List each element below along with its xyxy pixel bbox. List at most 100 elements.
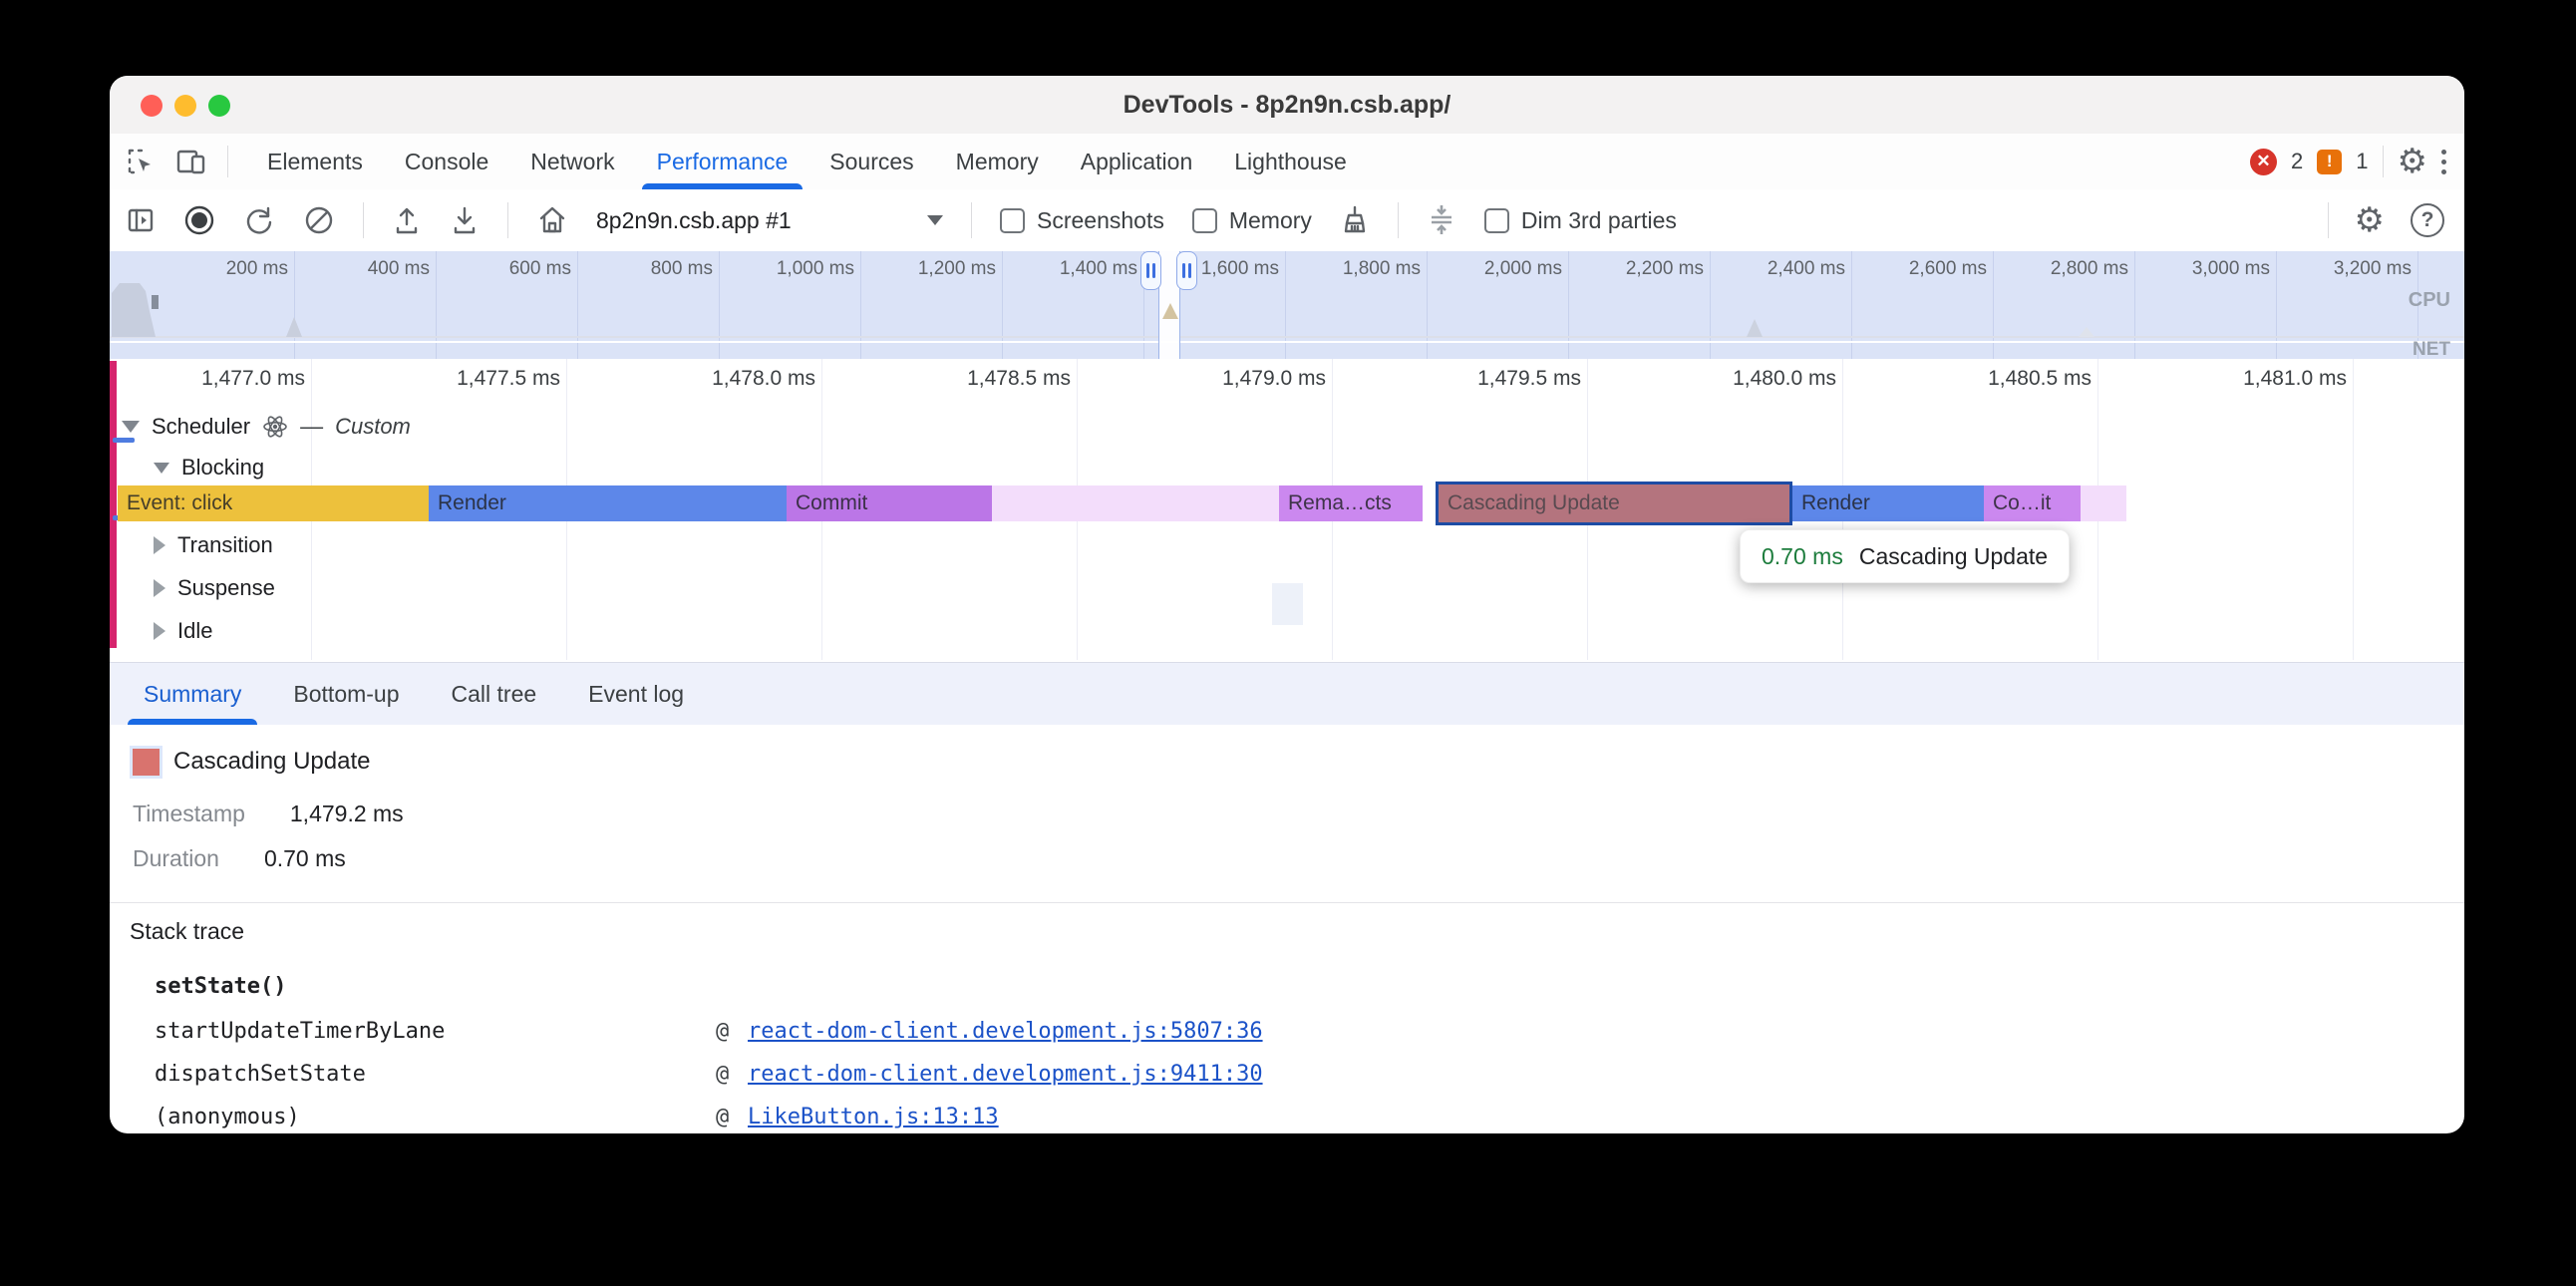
details-tab-call-tree[interactable]: Call tree (426, 663, 563, 725)
scroll-indicator (1272, 583, 1303, 625)
ruler-tick-label: 1,478.5 ms (891, 367, 1071, 391)
summary-row-value: 0.70 ms (264, 842, 346, 874)
devtools-tabbar: ElementsConsoleNetworkPerformanceSources… (110, 134, 2464, 190)
collapse-arrow-icon[interactable] (154, 579, 165, 597)
ruler-tick-label: 1,479.5 ms (1402, 367, 1581, 391)
flame-bar-event-click[interactable]: Event: click (118, 485, 429, 521)
clear-recording-icon[interactable] (303, 204, 335, 236)
flame-bar-co-it[interactable]: Co…it (1984, 485, 2081, 521)
error-count[interactable]: 2 (2291, 149, 2303, 174)
stack-frame-source-link[interactable]: react-dom-client.development.js:5807:36 (748, 1019, 1263, 1044)
overview-tick-label: 3,400 ms (2419, 258, 2464, 280)
details-tab-summary[interactable]: Summary (118, 663, 267, 725)
track-idle[interactable]: Idle (154, 618, 212, 644)
selection-left-handle[interactable] (1140, 251, 1161, 290)
expand-arrow-icon[interactable] (154, 463, 169, 474)
settings-gear-icon[interactable]: ⚙ (2398, 145, 2427, 178)
shortcut-dim-icon[interactable] (1427, 203, 1456, 237)
stack-frame-function: dispatchSetState (155, 1062, 366, 1087)
close-window-button[interactable] (141, 95, 162, 117)
capture-settings-gear-icon[interactable]: ⚙ (2355, 203, 2385, 237)
ruler-tick-label: 1,479.0 ms (1146, 367, 1326, 391)
download-profile-icon[interactable] (450, 204, 480, 236)
stack-frame-function: startUpdateTimerByLane (155, 1019, 445, 1044)
minimize-window-button[interactable] (174, 95, 196, 117)
device-toolbar-icon[interactable] (175, 147, 207, 176)
flame-bar-render[interactable]: Render (429, 485, 787, 521)
summary-row-value: 1,479.2 ms (290, 798, 404, 829)
track-suspense[interactable]: Suspense (154, 575, 275, 601)
reload-record-icon[interactable] (243, 204, 275, 236)
tab-lighthouse[interactable]: Lighthouse (1213, 134, 1368, 189)
flame-bar-light[interactable] (992, 485, 1279, 521)
overview-tick-label: 2,800 ms (1995, 258, 2128, 280)
react-atom-icon (262, 414, 288, 440)
overview-tick-label: 1,800 ms (1287, 258, 1421, 280)
tab-performance[interactable]: Performance (636, 134, 809, 189)
stack-trace-origin: setState() (155, 974, 286, 999)
timeline-overview[interactable]: 200 ms400 ms600 ms800 ms1,000 ms1,200 ms… (110, 251, 2464, 359)
flame-bar-light[interactable] (2081, 485, 2126, 521)
collect-garbage-icon[interactable] (1340, 204, 1370, 236)
track-scheduler[interactable]: Scheduler — Custom (122, 413, 411, 440)
overview-tick-label: 2,600 ms (1853, 258, 1987, 280)
checkbox-box[interactable] (1192, 208, 1217, 233)
stack-frame-source-link[interactable]: react-dom-client.development.js:9411:30 (748, 1062, 1263, 1087)
screenshots-checkbox[interactable]: Screenshots (1000, 207, 1164, 234)
tab-console[interactable]: Console (384, 134, 509, 189)
more-options-icon[interactable] (2441, 150, 2446, 174)
divider (2383, 146, 2384, 177)
tab-memory[interactable]: Memory (935, 134, 1060, 189)
flame-bar-cascading-update[interactable]: Cascading Update (1436, 482, 1792, 525)
overview-tick-label: 2,400 ms (1712, 258, 1845, 280)
collapse-arrow-icon[interactable] (154, 622, 165, 640)
divider (2328, 202, 2329, 238)
stack-frame-source-link[interactable]: LikeButton.js:13:13 (748, 1105, 999, 1129)
selection-marker (1162, 303, 1178, 319)
stack-frame: startUpdateTimerByLane@react-dom-client.… (155, 1019, 2444, 1062)
performance-toolbar: 8p2n9n.csb.app #1 Screenshots Memory (110, 189, 2464, 251)
divider (1398, 202, 1399, 238)
dash-separator: — (300, 413, 323, 440)
expand-arrow-icon[interactable] (122, 421, 140, 433)
record-icon[interactable] (183, 204, 215, 236)
home-icon[interactable] (536, 204, 568, 236)
memory-checkbox[interactable]: Memory (1192, 207, 1312, 234)
toggle-sidebar-icon[interactable] (126, 205, 156, 235)
collapse-arrow-icon[interactable] (154, 536, 165, 554)
event-tooltip: 0.70 ms Cascading Update (1740, 529, 2070, 583)
details-tab-event-log[interactable]: Event log (562, 663, 710, 725)
screenshots-label: Screenshots (1037, 207, 1164, 234)
checkbox-box[interactable] (1484, 208, 1509, 233)
history-selector[interactable]: 8p2n9n.csb.app #1 (596, 207, 943, 234)
details-tabbar: SummaryBottom-upCall treeEvent log (110, 663, 2464, 725)
inspect-element-icon[interactable] (126, 147, 156, 176)
checkbox-box[interactable] (1000, 208, 1025, 233)
dim-3rd-parties-checkbox[interactable]: Dim 3rd parties (1484, 207, 1677, 234)
tab-application[interactable]: Application (1060, 134, 1214, 189)
flame-bar-render[interactable]: Render (1792, 485, 1984, 521)
flame-bar-commit[interactable]: Commit (787, 485, 992, 521)
overview-tick-label: 1,000 ms (721, 258, 854, 280)
error-badge-icon[interactable]: ✕ (2250, 149, 2277, 175)
tab-network[interactable]: Network (509, 134, 635, 189)
ruler-tick-label: 1,481.0 ms (2167, 367, 2347, 391)
details-tab-bottom-up[interactable]: Bottom-up (267, 663, 425, 725)
warning-count[interactable]: 1 (2356, 149, 2368, 174)
flame-bar-rema-cts[interactable]: Rema…cts (1279, 485, 1423, 521)
divider (507, 202, 508, 238)
overview-tick-label: 400 ms (296, 258, 430, 280)
upload-profile-icon[interactable] (392, 204, 422, 236)
warning-badge-icon[interactable]: ! (2317, 150, 2342, 174)
stack-frame: (anonymous)@LikeButton.js:13:13 (155, 1105, 2444, 1133)
zoom-window-button[interactable] (208, 95, 230, 117)
tab-sources[interactable]: Sources (808, 134, 934, 189)
tab-elements[interactable]: Elements (246, 134, 384, 189)
help-icon[interactable]: ? (2411, 203, 2444, 237)
at-symbol: @ (716, 1105, 729, 1129)
track-transition[interactable]: Transition (154, 532, 273, 558)
event-color-swatch (133, 749, 160, 776)
summary-row-label: Timestamp (133, 798, 245, 829)
selection-right-handle[interactable] (1176, 251, 1197, 290)
track-blocking[interactable]: Blocking (154, 455, 264, 481)
